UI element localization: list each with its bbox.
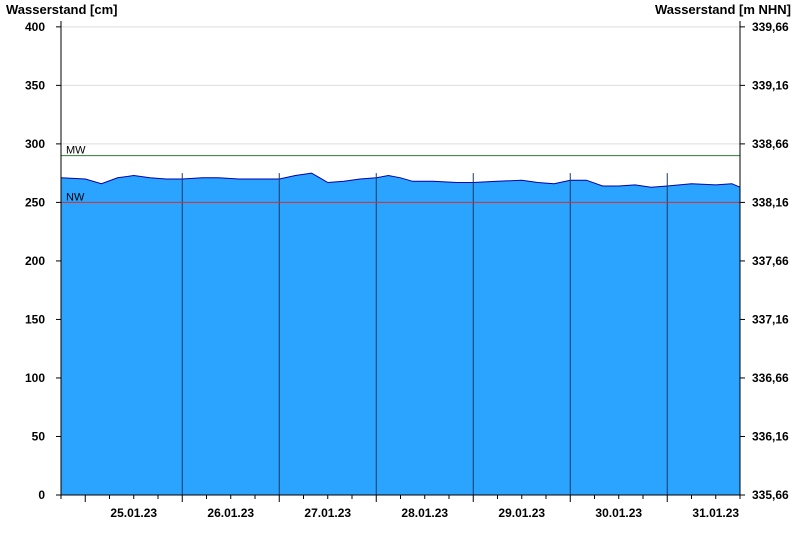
right-tick-label: 337,16 [752, 312, 789, 326]
left-tick-label: 100 [25, 371, 45, 385]
water-level-area [61, 173, 740, 495]
left-tick-label: 50 [32, 429, 46, 443]
right-tick-label: 336,16 [752, 429, 789, 443]
right-tick-label: 338,66 [752, 137, 789, 151]
x-tick-label: 25.01.23 [110, 506, 157, 520]
right-tick-label: 336,66 [752, 371, 789, 385]
left-tick-label: 200 [25, 254, 45, 268]
x-tick-label: 30.01.23 [595, 506, 642, 520]
x-tick-label: 29.01.23 [498, 506, 545, 520]
x-tick-label: 27.01.23 [304, 506, 351, 520]
left-axis-title: Wasserstand [cm] [6, 2, 118, 17]
left-tick-label: 400 [25, 20, 45, 34]
right-tick-label: 338,16 [752, 195, 789, 209]
water-level-chart: MW NW 0 335,66 50 336,16 100 336,66 150 337,16 20… [6, 2, 791, 520]
right-axis-title: Wasserstand [m NHN] [655, 2, 791, 17]
x-tick-label: 26.01.23 [207, 506, 254, 520]
left-tick-label: 150 [25, 312, 45, 326]
x-tick-label: 28.01.23 [401, 506, 448, 520]
right-tick-label: 339,16 [752, 78, 789, 92]
left-tick-label: 350 [25, 78, 45, 92]
left-tick-label: 0 [38, 488, 45, 502]
x-tick-label: 31.01.23 [692, 506, 739, 520]
right-tick-label: 337,66 [752, 254, 789, 268]
plot-area [60, 26, 741, 496]
reference-label-mw: MW [66, 145, 86, 157]
left-tick-label: 250 [25, 195, 45, 209]
left-tick-label: 300 [25, 137, 45, 151]
right-tick-label: 335,66 [752, 488, 789, 502]
reference-label-nw: NW [66, 191, 85, 203]
right-tick-label: 339,66 [752, 20, 789, 34]
